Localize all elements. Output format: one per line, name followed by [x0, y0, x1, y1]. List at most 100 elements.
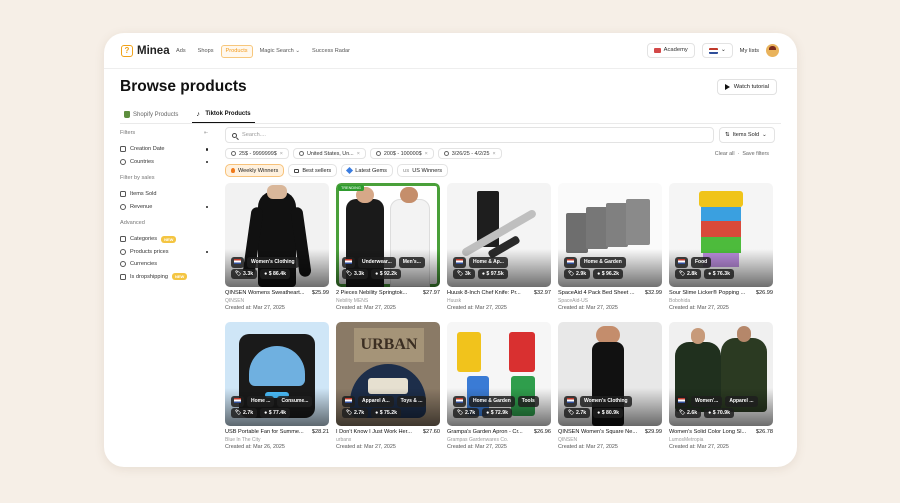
- sort-select[interactable]: ⇅ Items Sold ⌄: [719, 127, 775, 143]
- revenue-badge: ● $ 70.9k: [704, 408, 735, 418]
- academy-label: Academy: [663, 47, 688, 53]
- nav-ads[interactable]: Ads: [171, 45, 191, 58]
- product-image[interactable]: Women'... Apparel ... 🏷 2.6k ● $ 70.9k: [669, 322, 773, 426]
- filter-currencies[interactable]: Currencies: [120, 258, 212, 271]
- product-card[interactable]: URBAN Apparel A... Toys & ... 🏷 2.7k ● $ 75.…: [336, 322, 440, 454]
- tab-shopify-products[interactable]: Shopify Products: [120, 106, 182, 123]
- shop-name[interactable]: Nebility MENS: [336, 298, 368, 304]
- best-sellers-button[interactable]: Best sellers: [288, 164, 338, 177]
- category-badge: Toys & ...: [396, 396, 427, 407]
- close-icon[interactable]: ×: [357, 151, 360, 157]
- shop-name[interactable]: Bobohida: [669, 298, 690, 304]
- app-name: Minea: [137, 45, 170, 57]
- shop-name[interactable]: QINSEN: [558, 437, 577, 443]
- chip-price-range[interactable]: 25$ - 9999999$ ×: [225, 148, 289, 159]
- product-card[interactable]: Women's Clothing 🏷 3.3k ● $ 86.4k QINSEN Wo…: [225, 183, 329, 315]
- product-stats: 🏷 3.3k ● $ 86.4k: [231, 269, 291, 279]
- clear-all-link[interactable]: Clear all: [715, 151, 735, 157]
- nav-success-radar[interactable]: Success Radar: [307, 45, 355, 58]
- product-title[interactable]: USB Portable Fan for Summe...: [225, 429, 304, 435]
- dollar-icon: [375, 151, 381, 156]
- product-image[interactable]: URBAN Apparel A... Toys & ... 🏷 2.7k ● $ 75.…: [336, 322, 440, 426]
- app-window: ? Minea Ads Shops Products Magic Search …: [104, 33, 797, 467]
- product-card[interactable]: Home & Garden Tools 🏷 2.7k ● $ 72.9k Grampa'…: [447, 322, 551, 454]
- latest-gems-button[interactable]: Latest Gems: [341, 164, 393, 177]
- product-image[interactable]: Home & Garden Tools 🏷 2.7k ● $ 72.9k: [447, 322, 551, 426]
- product-image[interactable]: Food 🏷 2.8k ● $ 76.3k: [669, 183, 773, 287]
- shop-name[interactable]: SpaceAid-US: [558, 298, 588, 304]
- product-image[interactable]: Women's Clothing 🏷 2.7k ● $ 80.9k: [558, 322, 662, 426]
- close-icon[interactable]: ×: [425, 151, 428, 157]
- close-icon[interactable]: ×: [280, 151, 283, 157]
- product-card[interactable]: Home & Garden 🏷 2.9k ● $ 96.2k SpaceAid 4 P…: [558, 183, 662, 315]
- product-title[interactable]: QINSEN Women's Square Ne...: [558, 429, 637, 435]
- filter-creation-date[interactable]: Creation Date: [120, 143, 212, 156]
- product-title[interactable]: Huusk 8-Inch Chef Knife: Pr...: [447, 290, 521, 296]
- tab-tiktok-products[interactable]: ♪ Tiktok Products: [192, 106, 255, 123]
- product-price: $27.60: [422, 429, 440, 435]
- filter-is-dropshipping[interactable]: Is dropshipping NEW: [120, 271, 212, 284]
- my-lists-link[interactable]: My lists: [740, 48, 759, 54]
- filters-heading: Filters: [120, 130, 136, 136]
- product-image[interactable]: TRENDING Underwear... Men's... 🏷 3.3k ● $ 92…: [336, 183, 440, 287]
- language-select[interactable]: ⌄: [701, 43, 733, 58]
- shop-name[interactable]: LumosMetropia: [669, 437, 703, 443]
- avatar[interactable]: [766, 44, 779, 57]
- tag-icon: [120, 236, 126, 243]
- shop-name[interactable]: Grampas Gardenwares Co.: [447, 437, 508, 443]
- created-date: Created at: Mar 27, 2025: [558, 444, 618, 450]
- product-title[interactable]: SpaceAid 4 Pack Bed Sheet ...: [558, 290, 635, 296]
- items-sold-badge: 🏷 2.7k: [342, 408, 369, 418]
- filter-categories[interactable]: Categories NEW: [120, 233, 212, 246]
- gem-icon: [346, 166, 354, 175]
- product-image[interactable]: Home ... Consume... 🏷 2.7k ● $ 77.4k: [225, 322, 329, 426]
- product-card[interactable]: Women'... Apparel ... 🏷 2.6k ● $ 70.9k Women…: [669, 322, 773, 454]
- product-price: $32.97: [533, 290, 551, 296]
- product-title[interactable]: 2 Pieces Nebility Springtok...: [336, 290, 407, 296]
- product-title[interactable]: Grampa's Garden Apron - Cr...: [447, 429, 523, 435]
- filter-revenue[interactable]: Revenue: [120, 201, 212, 214]
- save-filters-link[interactable]: Save filters: [742, 151, 769, 157]
- filter-countries[interactable]: Countries: [120, 156, 212, 169]
- box-icon: [120, 273, 126, 280]
- watch-tutorial-button[interactable]: Watch tutorial: [716, 79, 777, 95]
- product-image[interactable]: Women's Clothing 🏷 3.3k ● $ 86.4k: [225, 183, 329, 287]
- product-title[interactable]: I Don't Know I Just Work Her...: [336, 429, 412, 435]
- shop-name[interactable]: Blue In The City: [225, 437, 260, 443]
- chip-date-range[interactable]: 3/26/25 - 4/2/25 ×: [437, 148, 502, 159]
- logo[interactable]: ? Minea: [121, 45, 170, 57]
- product-title[interactable]: Women's Solid Color Long Sl...: [669, 429, 746, 435]
- collapse-sidebar-icon[interactable]: ⇤: [204, 130, 208, 136]
- fire-icon: [231, 168, 235, 173]
- shop-name[interactable]: QINSEN: [225, 298, 244, 304]
- us-winners-button[interactable]: US US Winners: [396, 164, 449, 177]
- academy-button[interactable]: Academy: [646, 43, 695, 58]
- nav-shops[interactable]: Shops: [193, 45, 219, 58]
- revenue-badge: ● $ 97.5k: [477, 269, 508, 279]
- filter-items-sold[interactable]: Items Sold: [120, 188, 212, 201]
- product-image[interactable]: Home & Garden 🏷 2.9k ● $ 96.2k: [558, 183, 662, 287]
- filter-products-prices[interactable]: Products prices: [120, 246, 212, 259]
- category-badge: Men's...: [398, 257, 425, 268]
- product-card[interactable]: TRENDING Underwear... Men's... 🏷 3.3k ● $ 92…: [336, 183, 440, 315]
- product-card[interactable]: Home ... Consume... 🏷 2.7k ● $ 77.4k USB Por…: [225, 322, 329, 454]
- items-sold-badge: 🏷 3.3k: [231, 269, 258, 279]
- shop-name[interactable]: urbanx: [336, 437, 351, 443]
- nav-magic-search[interactable]: Magic Search ⌄: [255, 45, 305, 58]
- chip-revenue[interactable]: 200$ - 100000$ ×: [369, 148, 434, 159]
- items-sold-badge: 🏷 2.8k: [675, 269, 702, 279]
- search-input[interactable]: Search....: [225, 127, 714, 143]
- nav-products[interactable]: Products: [220, 45, 253, 58]
- product-card[interactable]: Food 🏷 2.8k ● $ 76.3k Sour Slime Licker® Po…: [669, 183, 773, 315]
- chip-countries[interactable]: United States, Un... ×: [292, 148, 366, 159]
- weekly-winners-button[interactable]: Weekly Winners: [225, 164, 285, 177]
- product-card[interactable]: Women's Clothing 🏷 2.7k ● $ 80.9k QINSEN Wo…: [558, 322, 662, 454]
- product-card[interactable]: Home & Ap... 🏷 3k ● $ 97.5k Huusk 8-Inch Ch…: [447, 183, 551, 315]
- product-price: $29.99: [644, 429, 662, 435]
- product-image[interactable]: Home & Ap... 🏷 3k ● $ 97.5k: [447, 183, 551, 287]
- created-date: Created at: Mar 27, 2025: [447, 444, 507, 450]
- shop-name[interactable]: Huusk: [447, 298, 461, 304]
- close-icon[interactable]: ×: [493, 151, 496, 157]
- product-title[interactable]: QINSEN Womens Sweatheart...: [225, 290, 304, 296]
- product-title[interactable]: Sour Slime Licker® Popping ...: [669, 290, 745, 296]
